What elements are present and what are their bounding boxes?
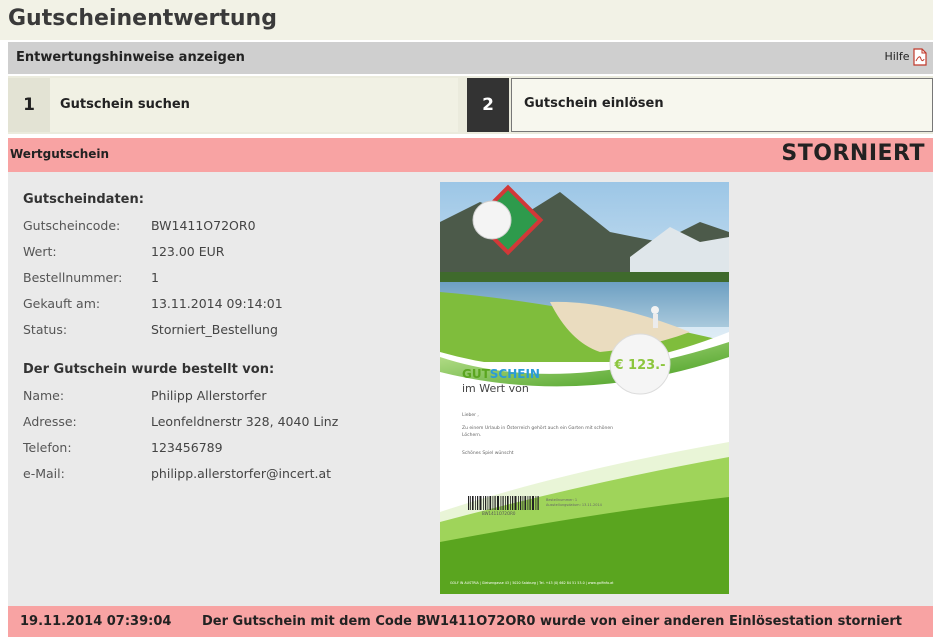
status-message: Der Gutschein mit dem Code BW1411O72OR0 …	[202, 614, 903, 629]
detail-key: Gekauft am:	[23, 296, 101, 311]
step-navigation: 1 Gutschein suchen 2 Gutschein einlösen	[8, 76, 933, 134]
orderer-value: 123456789	[151, 440, 223, 455]
voucher-subtitle: im Wert von	[462, 382, 529, 395]
detail-key: Status:	[23, 322, 68, 337]
voucher-order-meta2: Ausstellungsdatum: 13.11.2014	[546, 503, 603, 507]
page-title: Gutscheinentwertung	[8, 6, 277, 31]
orderer-key: Telefon:	[23, 440, 72, 455]
voucher-type: Wertgutschein	[10, 147, 110, 161]
orderer-key: e-Mail:	[23, 466, 65, 481]
voucher-text-line2: Löchern.	[462, 432, 481, 438]
voucher-brand: GUTSCHEIN	[462, 367, 540, 381]
status-message-bar: 19.11.2014 07:39:04 Der Gutschein mit de…	[8, 606, 933, 637]
orderer-value: Philipp Allerstorfer	[151, 388, 267, 403]
voucher-preview-image: € 123.- GUTSCHEIN im Wert von Lieber , Z…	[440, 182, 729, 594]
detail-value: 1	[151, 270, 159, 285]
voucher-detail-panel: Gutscheindaten: Gutscheincode: BW1411O72…	[8, 172, 933, 606]
hints-bar: Entwertungshinweise anzeigen Hilfe	[8, 42, 933, 74]
step-label: Gutschein suchen	[60, 97, 190, 112]
voucher-text-line1: Zu einem Urlaub in Österreich gehört auc…	[462, 424, 613, 431]
detail-key: Wert:	[23, 244, 57, 259]
step-box: Gutschein einlösen	[511, 78, 933, 132]
voucher-data-heading: Gutscheindaten:	[23, 192, 144, 207]
voucher-type-bar: Wertgutschein STORNIERT	[8, 138, 933, 172]
detail-value: 13.11.2014 09:14:01	[151, 296, 283, 311]
voucher-order-meta1: Bestellnummer: 1	[546, 498, 577, 502]
detail-value: 123.00 EUR	[151, 244, 225, 259]
detail-key: Gutscheincode:	[23, 218, 121, 233]
voucher-illustration: € 123.- GUTSCHEIN im Wert von Lieber , Z…	[440, 182, 729, 594]
step-search-voucher[interactable]: 1 Gutschein suchen	[8, 78, 458, 132]
orderer-value: philipp.allerstorfer@incert.at	[151, 466, 332, 481]
voucher-greeting: Lieber ,	[462, 412, 479, 418]
orderer-key: Name:	[23, 388, 65, 403]
orderer-key: Adresse:	[23, 414, 77, 429]
voucher-amount: € 123.-	[613, 358, 665, 373]
voucher-brand-part1: GUT	[462, 367, 491, 381]
voucher-bottom-line: GOLF IN AUSTRIA | Gleisengasse 43 | 5020…	[450, 581, 614, 585]
orderer-heading: Der Gutschein wurde bestellt von:	[23, 362, 275, 377]
pdf-icon	[913, 48, 927, 66]
status-badge: STORNIERT	[781, 141, 925, 166]
step-number: 2	[467, 78, 509, 132]
page-header: Gutscheinentwertung	[0, 0, 933, 40]
show-hints-link[interactable]: Entwertungshinweise anzeigen	[16, 50, 245, 65]
step-redeem-voucher[interactable]: 2 Gutschein einlösen	[467, 78, 933, 132]
voucher-brand-part2: SCHEIN	[490, 367, 540, 381]
message-timestamp: 19.11.2014 07:39:04	[20, 614, 172, 629]
orderer-value: Leonfeldnerstr 328, 4040 Linz	[151, 414, 339, 429]
detail-key: Bestellnummer:	[23, 270, 123, 285]
help-link[interactable]: Hilfe	[884, 48, 927, 66]
barcode-text: BW1411O72OR0	[482, 511, 516, 516]
step-number: 1	[8, 78, 50, 132]
help-label: Hilfe	[884, 50, 910, 63]
detail-value: Storniert_Bestellung	[151, 322, 278, 337]
voucher-closing: Schönes Spiel wünscht	[462, 450, 514, 456]
detail-value: BW1411O72OR0	[151, 218, 256, 233]
step-label: Gutschein einlösen	[524, 96, 664, 111]
